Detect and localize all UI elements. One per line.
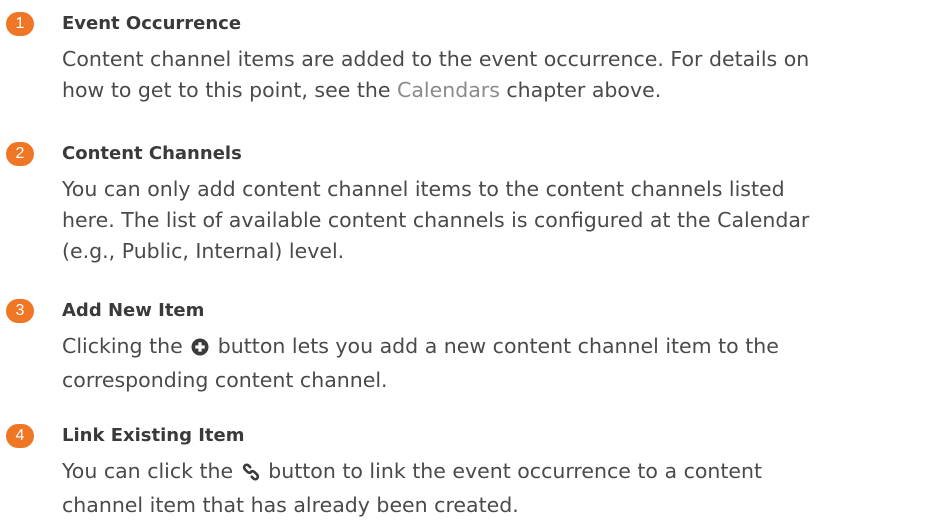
description-text: button lets you add a new content channe…	[211, 334, 779, 358]
description-line: You can only add content channel items t…	[62, 174, 942, 205]
description-line: Clicking the button lets you add a new c…	[62, 331, 942, 365]
description-text: (e.g., Public, Internal) level.	[62, 239, 345, 263]
callout-title: Link Existing Item	[62, 425, 245, 446]
link-icon	[242, 459, 260, 490]
description-text: Clicking the	[62, 334, 190, 358]
description-line: here. The list of available content chan…	[62, 205, 942, 236]
callout-number-badge: 3	[6, 299, 34, 323]
callout-number-badge: 4	[6, 424, 34, 448]
description-text: here. The list of available content chan…	[62, 208, 810, 232]
description-line: (e.g., Public, Internal) level.	[62, 236, 942, 267]
plus-circle-icon	[191, 334, 209, 365]
callout-description: You can only add content channel items t…	[62, 174, 942, 267]
description-text: corresponding content channel.	[62, 368, 388, 392]
callout-description: You can click the button to link the eve…	[62, 456, 942, 521]
description-line: Content channel items are added to the e…	[62, 44, 942, 75]
description-line: You can click the button to link the eve…	[62, 456, 942, 490]
callout-title: Content Channels	[62, 143, 242, 164]
description-text: You can click the	[62, 459, 240, 483]
callout-number-badge: 2	[6, 142, 34, 166]
description-line: how to get to this point, see the Calend…	[62, 75, 942, 106]
callout-number-badge: 1	[6, 12, 34, 36]
description-text: button to link the event occurrence to a…	[261, 459, 763, 483]
description-text: You can only add content channel items t…	[62, 177, 785, 201]
description-text: channel item that has already been creat…	[62, 493, 519, 517]
description-text: chapter above.	[499, 78, 662, 102]
callout-title: Add New Item	[62, 300, 205, 321]
description-line: corresponding content channel.	[62, 365, 942, 396]
description-line: channel item that has already been creat…	[62, 490, 942, 521]
description-text: how to get to this point, see the	[62, 78, 398, 102]
callout-description: Clicking the button lets you add a new c…	[62, 331, 942, 396]
description-text: Content channel items are added to the e…	[62, 47, 810, 71]
calendars-link[interactable]: Calendars	[397, 78, 500, 102]
callout-title: Event Occurrence	[62, 13, 242, 34]
callout-description: Content channel items are added to the e…	[62, 44, 942, 106]
